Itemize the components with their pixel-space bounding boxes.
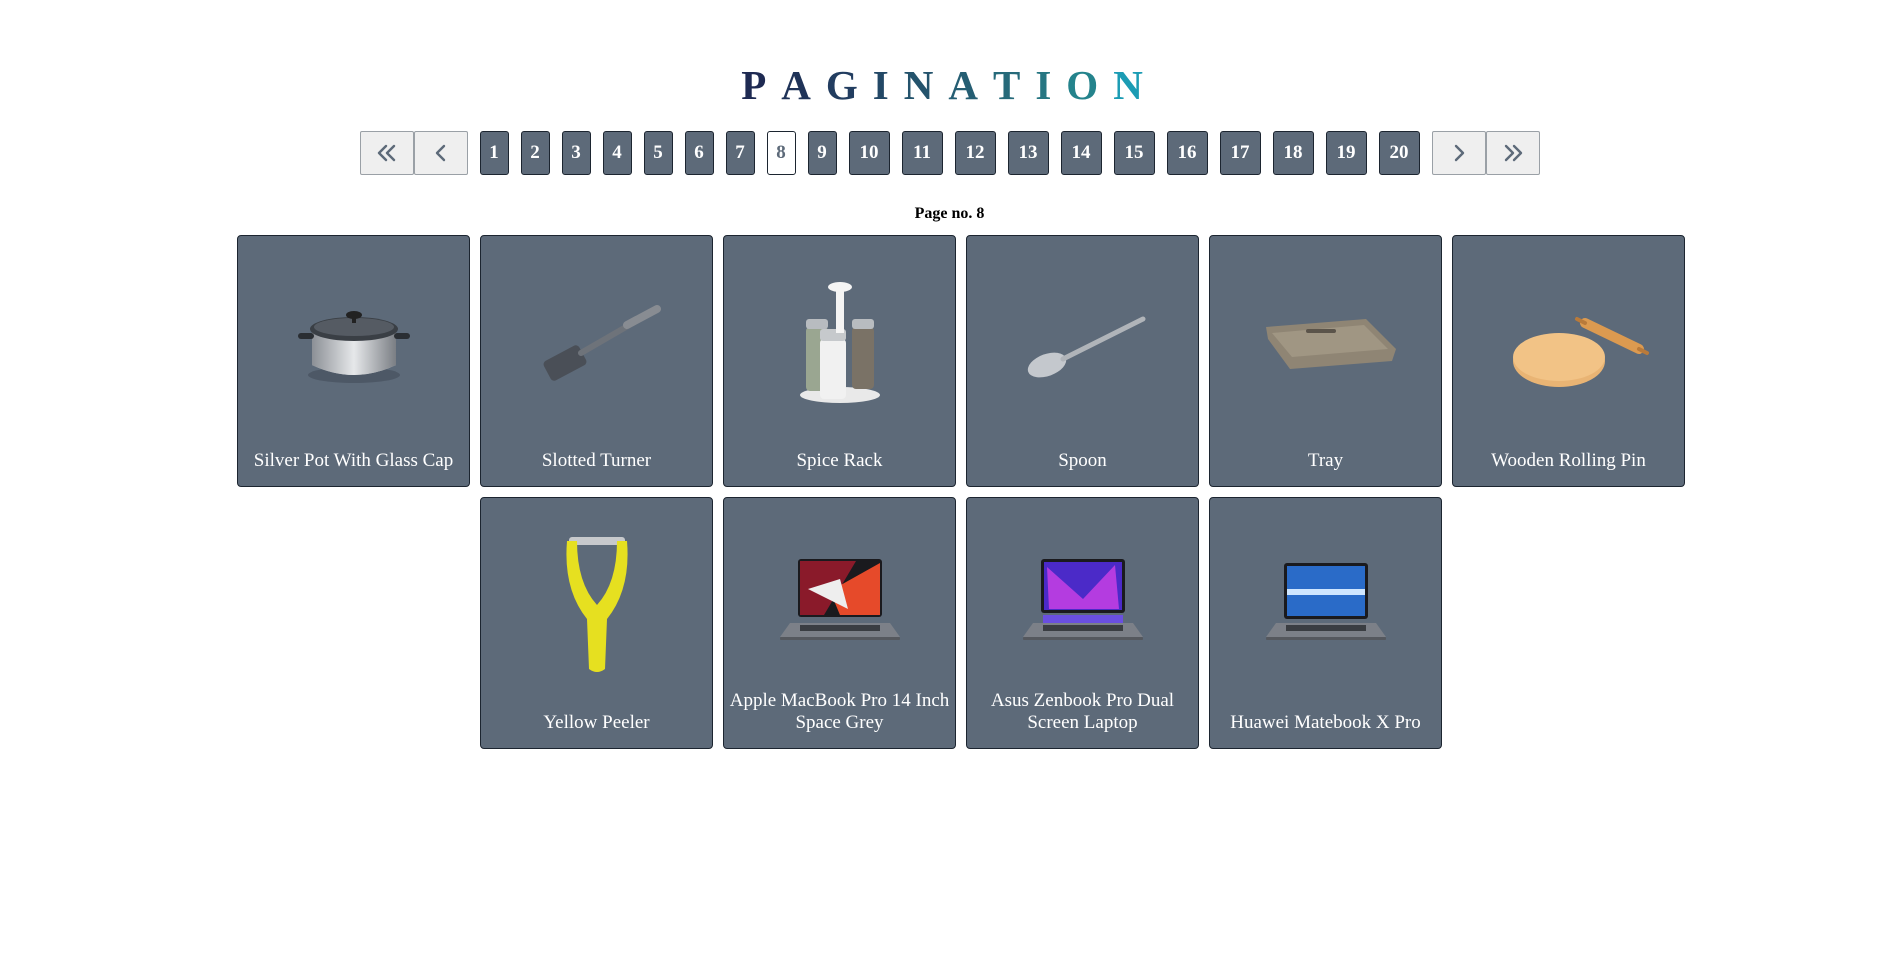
page-title: PAGINATION <box>0 61 1899 109</box>
product-name: Spice Rack <box>796 450 883 471</box>
page-button-3[interactable]: 3 <box>561 131 591 175</box>
page-button-5[interactable]: 5 <box>643 131 673 175</box>
page-number-label: Page no. 8 <box>914 205 985 222</box>
last-page-button[interactable] <box>1485 131 1540 175</box>
page-button-16[interactable]: 16 <box>1166 131 1208 175</box>
pot-icon <box>297 311 410 383</box>
page-button-20[interactable]: 20 <box>1378 131 1420 175</box>
page-button-12[interactable]: 12 <box>954 131 996 175</box>
page-button-6[interactable]: 6 <box>684 131 714 175</box>
product-name: Yellow Peeler <box>543 712 650 733</box>
page-button-2[interactable]: 2 <box>520 131 550 175</box>
product-card[interactable]: Spice Rack <box>723 235 956 487</box>
title-letter: N <box>1113 62 1158 109</box>
product-card[interactable]: Spoon <box>966 235 1199 487</box>
double-chevron-right-icon <box>1504 144 1522 162</box>
product-image <box>724 252 955 422</box>
page-number-list: 1 2 3 4 5 6 7 8 9 10 11 12 13 14 15 16 17 18 19 20 <box>474 131 1426 175</box>
spice-rack-icon <box>799 282 880 403</box>
page-button-7[interactable]: 7 <box>725 131 755 175</box>
product-card[interactable]: Asus Zenbook Pro Dual Screen Laptop <box>966 497 1199 749</box>
title-letter: O <box>1066 62 1114 109</box>
product-name: Apple MacBook Pro 14 Inch Space Grey <box>729 690 950 733</box>
title-letter: N <box>903 62 949 109</box>
title-letter: T <box>992 62 1036 109</box>
laptop-icon <box>779 559 900 640</box>
page-button-14[interactable]: 14 <box>1060 131 1102 175</box>
product-card[interactable]: Wooden Rolling Pin <box>1452 235 1685 487</box>
page-button-10[interactable]: 10 <box>848 131 890 175</box>
product-card[interactable]: Apple MacBook Pro 14 Inch Space Grey <box>723 497 956 749</box>
page-button-13[interactable]: 13 <box>1007 131 1049 175</box>
next-page-button[interactable] <box>1431 131 1486 175</box>
title-letter: P <box>741 62 782 109</box>
prev-page-button[interactable] <box>413 131 468 175</box>
page-button-18[interactable]: 18 <box>1272 131 1314 175</box>
product-image <box>967 514 1198 684</box>
product-grid: Silver Pot With Glass Cap Slotted Turner… <box>117 235 1805 749</box>
product-name: Wooden Rolling Pin <box>1491 450 1646 471</box>
pagination: 1 2 3 4 5 6 7 8 9 10 11 12 13 14 15 16 17 18 19 20 <box>0 131 1899 175</box>
product-image <box>1210 514 1441 684</box>
title-letter: A <box>948 62 993 109</box>
page-button-8[interactable]: 8 <box>766 131 796 175</box>
product-name: Huawei Matebook X Pro <box>1230 712 1421 733</box>
page-button-15[interactable]: 15 <box>1113 131 1155 175</box>
tray-icon <box>1265 319 1396 369</box>
title-letter: A <box>781 62 826 109</box>
product-name: Asus Zenbook Pro Dual Screen Laptop <box>990 690 1175 733</box>
title-letter: G <box>825 62 873 109</box>
product-card[interactable]: Silver Pot With Glass Cap <box>237 235 470 487</box>
product-image <box>238 252 469 422</box>
page-button-9[interactable]: 9 <box>807 131 837 175</box>
chevron-left-icon <box>435 144 445 162</box>
spatula-icon <box>543 305 661 381</box>
product-card[interactable]: Slotted Turner <box>480 235 713 487</box>
product-card[interactable]: Yellow Peeler <box>480 497 713 749</box>
double-chevron-left-icon <box>377 144 395 162</box>
page-button-1[interactable]: 1 <box>479 131 509 175</box>
page-button-11[interactable]: 11 <box>901 131 943 175</box>
page-button-19[interactable]: 19 <box>1325 131 1367 175</box>
product-image <box>481 514 712 684</box>
peeler-icon <box>565 537 628 672</box>
product-card[interactable]: Tray <box>1209 235 1442 487</box>
title-letter: I <box>1035 62 1067 109</box>
product-image <box>724 514 955 684</box>
laptop-icon <box>1022 559 1143 640</box>
rolling-pin-icon <box>1512 317 1649 387</box>
product-card[interactable]: Huawei Matebook X Pro <box>1209 497 1442 749</box>
product-name: Silver Pot With Glass Cap <box>253 450 454 471</box>
product-image <box>1453 252 1684 422</box>
laptop-icon <box>1265 563 1386 640</box>
product-name: Slotted Turner <box>541 450 652 471</box>
first-page-button[interactable] <box>359 131 414 175</box>
page-button-17[interactable]: 17 <box>1219 131 1261 175</box>
spoon-icon <box>1027 316 1145 378</box>
product-image <box>967 252 1198 422</box>
product-name: Tray <box>1307 450 1344 471</box>
product-image <box>481 252 712 422</box>
title-letter: I <box>872 62 904 109</box>
chevron-right-icon <box>1454 144 1464 162</box>
page-button-4[interactable]: 4 <box>602 131 632 175</box>
product-name: Spoon <box>1058 450 1107 471</box>
product-image <box>1210 252 1441 422</box>
